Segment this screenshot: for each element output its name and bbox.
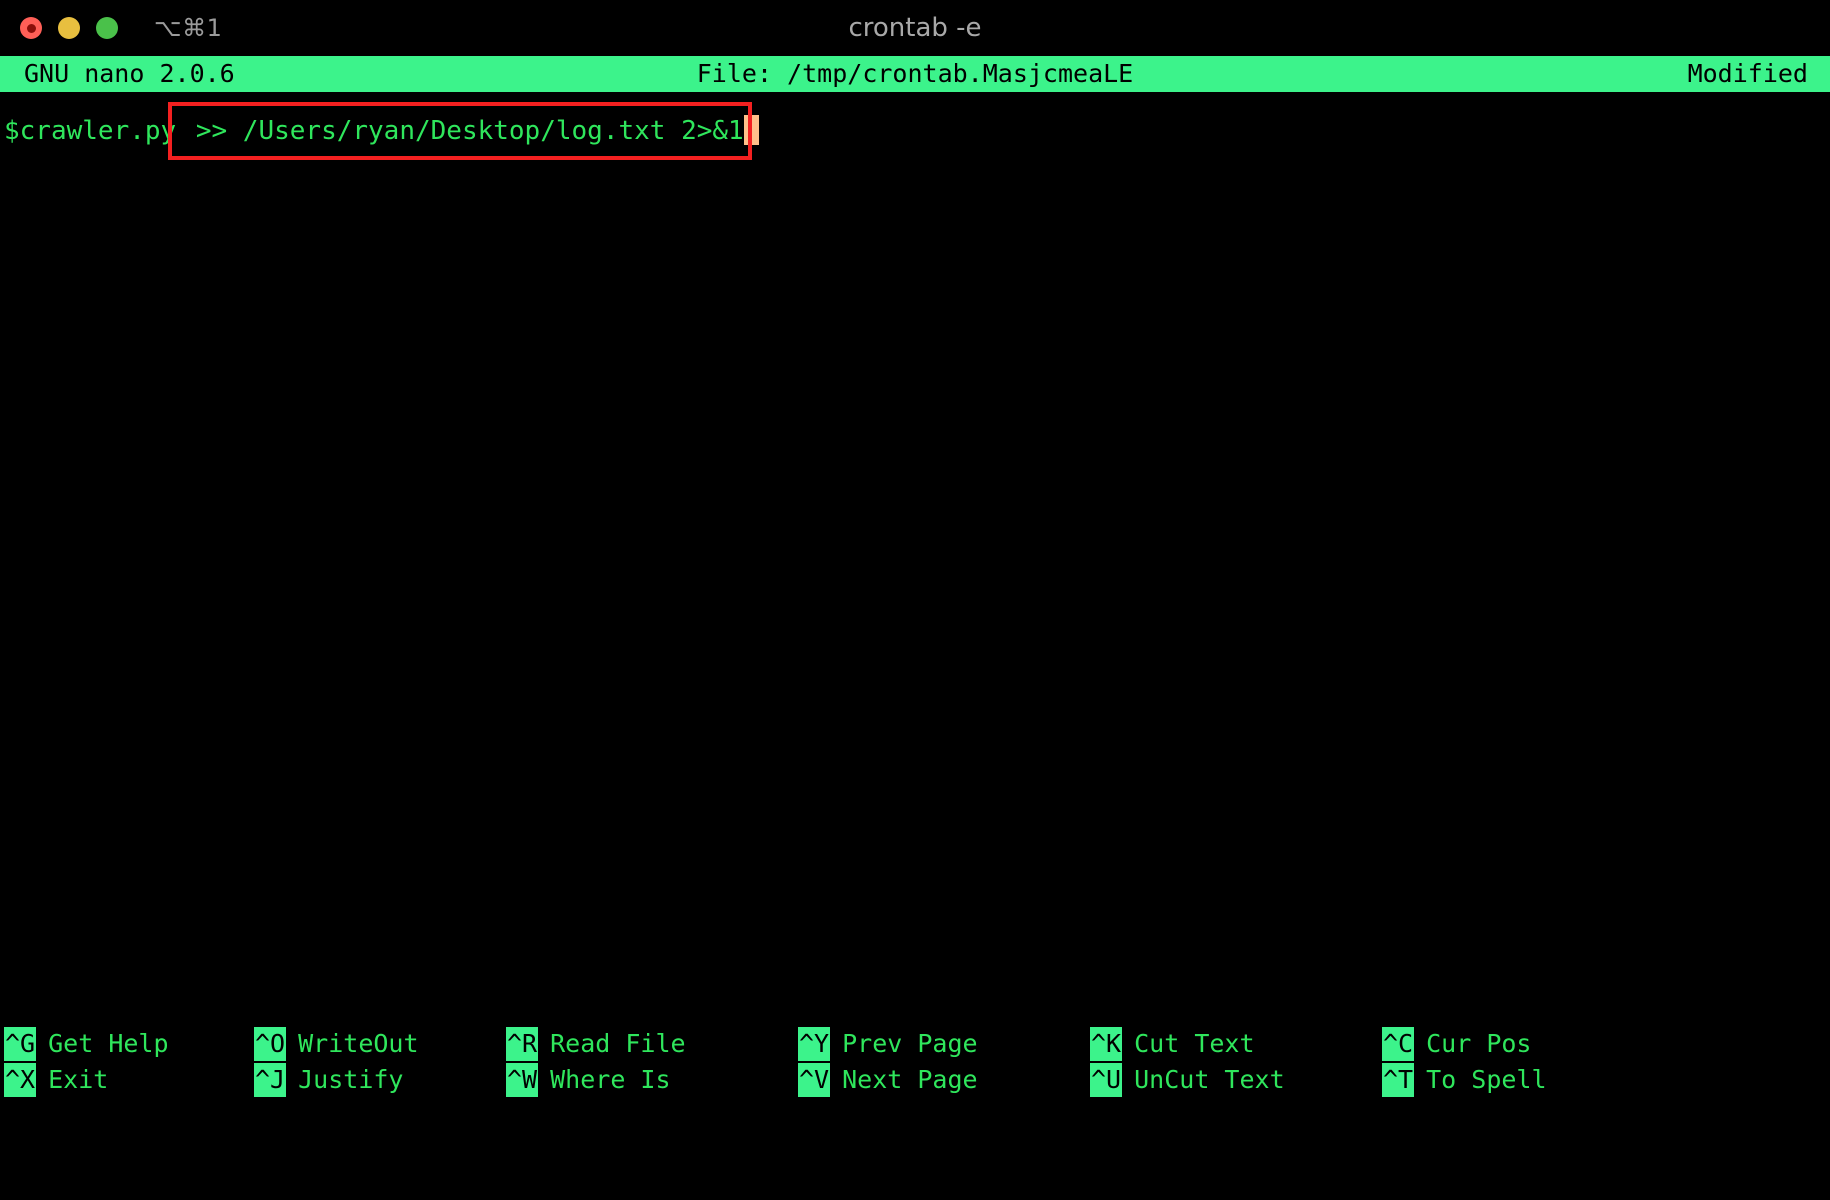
help-label-cut-text: Cut Text [1134, 1029, 1255, 1058]
help-key-ctrl-g: ^G [4, 1027, 37, 1061]
help-item-get-help[interactable]: ^G Get Help [4, 1027, 254, 1061]
help-item-cut-text[interactable]: ^K Cut Text [1090, 1027, 1382, 1061]
help-item-exit[interactable]: ^X Exit [4, 1063, 254, 1097]
help-item-where-is[interactable]: ^W Where Is [506, 1063, 798, 1097]
help-item-read-file[interactable]: ^R Read File [506, 1027, 798, 1061]
help-item-cur-pos[interactable]: ^C Cur Pos [1382, 1027, 1531, 1061]
help-label-where-is: Where Is [550, 1065, 671, 1094]
traffic-lights [20, 17, 118, 39]
help-key-ctrl-k: ^K [1090, 1027, 1123, 1061]
help-row-1: ^G Get Help ^O WriteOut ^R Read File ^Y … [0, 1026, 1830, 1062]
help-key-ctrl-j: ^J [254, 1063, 287, 1097]
editor-line-1[interactable]: $crawler.py >> /Users/ryan/Desktop/log.t… [0, 102, 759, 160]
help-item-justify[interactable]: ^J Justify [254, 1063, 506, 1097]
minimize-window-button[interactable] [58, 17, 80, 39]
crontab-redirect-highlight: >> /Users/ryan/Desktop/log.txt 2>&1 [168, 102, 752, 160]
help-key-ctrl-c: ^C [1382, 1027, 1415, 1061]
window-titlebar: ⌥⌘1 crontab -e [0, 0, 1830, 56]
crontab-command-prefix: $crawler.py [4, 116, 177, 146]
close-window-button[interactable] [20, 17, 42, 39]
keyboard-shortcut-hint: ⌥⌘1 [154, 14, 223, 42]
help-key-ctrl-y: ^Y [798, 1027, 831, 1061]
help-key-ctrl-t: ^T [1382, 1063, 1415, 1097]
help-item-uncut-text[interactable]: ^U UnCut Text [1090, 1063, 1382, 1097]
window-title: crontab -e [848, 13, 982, 43]
help-key-ctrl-r: ^R [506, 1027, 539, 1061]
help-key-ctrl-x: ^X [4, 1063, 37, 1097]
editor-area[interactable]: $crawler.py >> /Users/ryan/Desktop/log.t… [0, 92, 1830, 1104]
help-label-next-page: Next Page [842, 1065, 978, 1094]
help-key-ctrl-v: ^V [798, 1063, 831, 1097]
help-row-2: ^X Exit ^J Justify ^W Where Is ^V Next P… [0, 1062, 1830, 1098]
nano-help-bar: ^G Get Help ^O WriteOut ^R Read File ^Y … [0, 1026, 1830, 1104]
help-label-prev-page: Prev Page [842, 1029, 978, 1058]
help-item-writeout[interactable]: ^O WriteOut [254, 1027, 506, 1061]
help-key-ctrl-o: ^O [254, 1027, 287, 1061]
maximize-window-button[interactable] [96, 17, 118, 39]
help-item-prev-page[interactable]: ^Y Prev Page [798, 1027, 1090, 1061]
nano-filename-label: File: /tmp/crontab.MasjcmeaLE [696, 59, 1134, 88]
help-key-ctrl-u: ^U [1090, 1063, 1123, 1097]
help-label-read-file: Read File [550, 1029, 686, 1058]
help-label-to-spell: To Spell [1426, 1065, 1547, 1094]
help-label-justify: Justify [298, 1065, 404, 1094]
text-cursor [743, 115, 759, 145]
help-label-get-help: Get Help [48, 1029, 169, 1058]
help-item-to-spell[interactable]: ^T To Spell [1382, 1063, 1547, 1097]
help-key-ctrl-w: ^W [506, 1063, 539, 1097]
help-label-writeout: WriteOut [298, 1029, 419, 1058]
help-label-cur-pos: Cur Pos [1426, 1029, 1532, 1058]
help-label-exit: Exit [48, 1065, 109, 1094]
help-item-next-page[interactable]: ^V Next Page [798, 1063, 1090, 1097]
nano-header-bar: GNU nano 2.0.6 File: /tmp/crontab.Masjcm… [0, 56, 1830, 92]
help-label-uncut-text: UnCut Text [1134, 1065, 1285, 1094]
